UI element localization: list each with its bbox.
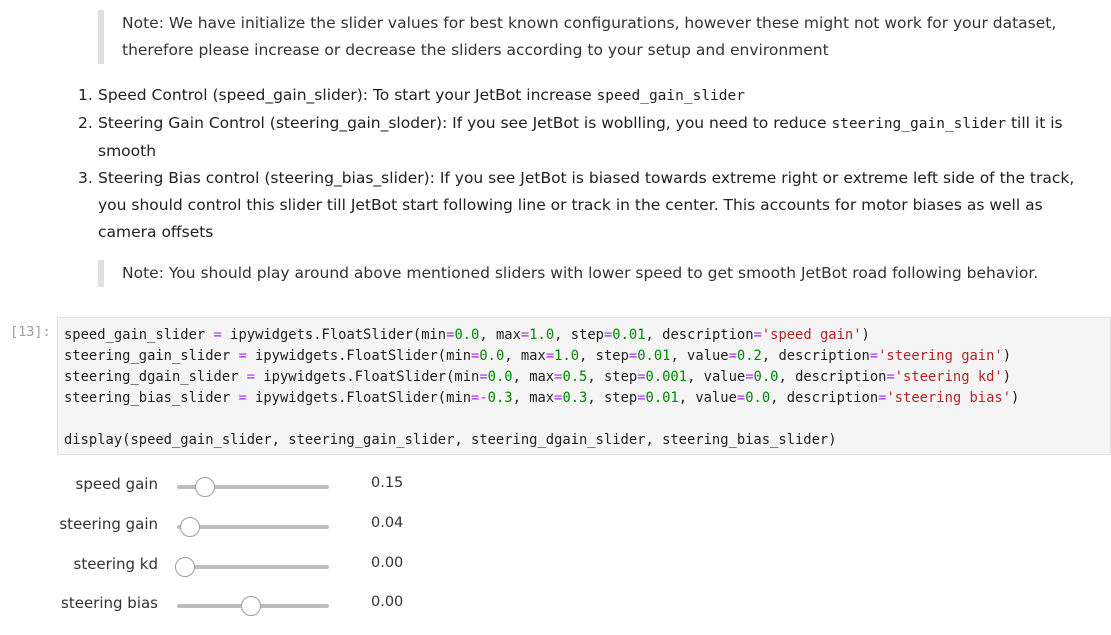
slider-label: steering bias: [61, 594, 158, 612]
note-blockquote: Note: You should play around above menti…: [98, 260, 1082, 287]
slider-handle[interactable]: [175, 557, 195, 577]
list-text: Steering Bias control (steering_bias_sli…: [98, 169, 1075, 241]
slider-steering-gain[interactable]: steering gain 0.04: [0, 503, 500, 543]
slider-label: speed gain: [75, 475, 158, 493]
slider-track[interactable]: [177, 477, 329, 497]
list-item: 3. Steering Bias control (steering_bias_…: [78, 165, 1088, 246]
list-item: 2. Steering Gain Control (steering_gain_…: [78, 110, 1088, 165]
note-text: Note: You should play around above menti…: [122, 264, 1039, 282]
slider-handle[interactable]: [241, 596, 261, 616]
inline-code: speed_gain_slider: [596, 88, 745, 104]
slider-value[interactable]: 0.15: [371, 475, 403, 491]
code-text[interactable]: speed_gain_slider = ipywidgets.FloatSlid…: [64, 325, 1019, 451]
code-editor[interactable]: speed_gain_slider = ipywidgets.FloatSlid…: [57, 317, 1111, 455]
list-number: 2.: [78, 114, 93, 132]
slider-value[interactable]: 0.00: [371, 555, 403, 571]
list-number: 1.: [78, 86, 93, 104]
note-blockquote: Note: We have initialize the slider valu…: [98, 10, 1082, 64]
slider-label: steering kd: [73, 555, 159, 573]
slider-handle[interactable]: [194, 477, 215, 497]
slider-track[interactable]: [177, 517, 329, 537]
slider-value[interactable]: 0.04: [371, 515, 403, 531]
list-text: Steering Gain Control (steering_gain_slo…: [98, 114, 832, 132]
slider-steering-kd[interactable]: steering kd 0.00: [0, 543, 500, 583]
slider-track[interactable]: [175, 557, 329, 577]
list-item: 1. Speed Control (speed_gain_slider): To…: [78, 82, 1088, 110]
inline-code: steering_gain_slider: [831, 116, 1007, 132]
note-text: Note: We have initialize the slider valu…: [122, 14, 1057, 59]
list-text: Speed Control (speed_gain_slider): To st…: [98, 86, 597, 104]
cell-prompt: [13]:: [10, 324, 51, 340]
list-number: 3.: [78, 169, 93, 187]
slider-track[interactable]: [177, 596, 329, 616]
instructions-list: 1. Speed Control (speed_gain_slider): To…: [78, 82, 1088, 246]
slider-steering-bias[interactable]: steering bias 0.00: [0, 582, 500, 622]
widget-output: speed gain 0.15 steering gain 0.04 steer…: [0, 460, 1111, 635]
slider-handle[interactable]: [180, 517, 201, 537]
slider-value[interactable]: 0.00: [371, 594, 403, 610]
slider-speed-gain[interactable]: speed gain 0.15: [0, 463, 500, 503]
slider-label: steering gain: [59, 515, 158, 533]
